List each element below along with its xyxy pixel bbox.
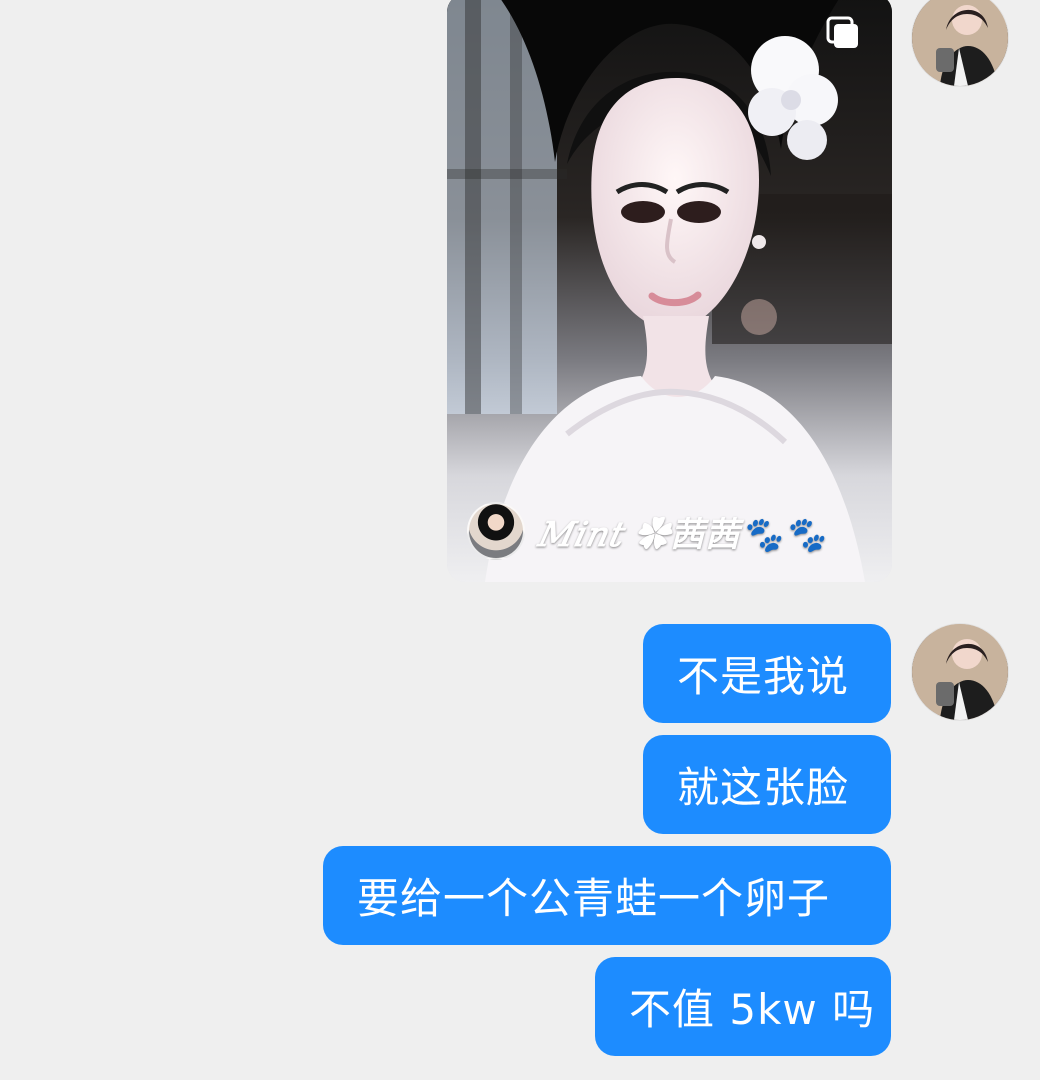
stack-icon[interactable] bbox=[824, 14, 864, 54]
message-text-1: 不是我说 bbox=[677, 652, 850, 701]
message-bubble-3[interactable]: 要给一个公青蛙一个卵子 bbox=[323, 846, 891, 945]
message-bubble-2[interactable]: 就这张脸 bbox=[643, 735, 891, 834]
shared-post-footer: 𝑀𝑖𝑛𝑡 ✿茜茜🐾🐾 bbox=[467, 502, 827, 560]
post-author-name[interactable]: 𝑀𝑖𝑛𝑡 ✿茜茜🐾🐾 bbox=[537, 507, 827, 556]
message-bubble-1[interactable]: 不是我说 bbox=[643, 624, 891, 723]
shared-post-photo bbox=[447, 0, 892, 582]
sender-avatar-messages[interactable] bbox=[912, 624, 1008, 720]
message-text-2: 就这张脸 bbox=[677, 763, 850, 812]
sender-avatar-top[interactable] bbox=[912, 0, 1008, 86]
post-author-avatar[interactable] bbox=[467, 502, 525, 560]
message-bubble-4[interactable]: 不值 5kw 吗 bbox=[595, 957, 891, 1056]
message-text-3: 要给一个公青蛙一个卵子 bbox=[357, 874, 831, 923]
message-text-4: 不值 5kw 吗 bbox=[629, 985, 876, 1034]
shared-post-card[interactable]: 𝑀𝑖𝑛𝑡 ✿茜茜🐾🐾 bbox=[447, 0, 892, 582]
